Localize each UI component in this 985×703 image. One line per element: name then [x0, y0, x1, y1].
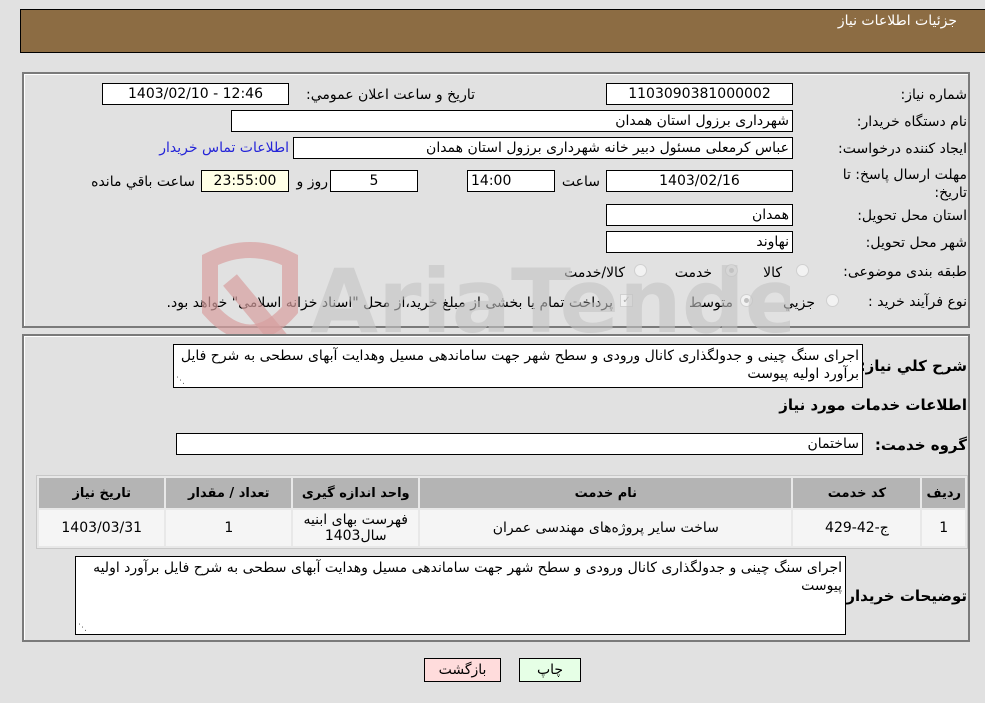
category-label: طبقه بندی موضوعی:	[843, 264, 967, 280]
delivery-province-label: استان محل تحویل:	[857, 208, 967, 224]
category-option-service: خدمت	[674, 265, 712, 281]
announce-datetime-field[interactable]: 1403/02/10 - 12:46	[102, 83, 289, 105]
delivery-city-label: شهر محل تحویل:	[865, 235, 967, 251]
cell-quantity: 1	[166, 510, 292, 546]
buyer-org-label: نام دستگاه خریدار:	[856, 114, 967, 130]
col-service-name: نام خدمت	[420, 478, 792, 508]
col-service-code: کد خدمت	[793, 478, 921, 508]
buyer-contact-link[interactable]: اطلاعات تماس خریدار	[159, 140, 289, 156]
announce-datetime-label: تاریخ و ساعت اعلان عمومي:	[306, 87, 475, 103]
requester-field[interactable]: عباس کرمعلی مسئول دبیر خانه شهرداری برزو…	[293, 137, 793, 159]
cell-need-date: 1403/03/31	[39, 510, 165, 546]
delivery-province-field[interactable]: همدان	[606, 204, 793, 226]
general-desc-label: شرح کلي نیاز:	[859, 357, 967, 375]
purchase-radio-minor[interactable]	[826, 294, 839, 307]
delivery-city-field[interactable]: نهاوند	[606, 231, 793, 253]
category-option-goods: کالا	[763, 265, 782, 281]
services-table-wrap: ردیف کد خدمت نام خدمت واحد اندازه گیری ت…	[36, 475, 968, 549]
page-title: جزئیات اطلاعات نیاز	[837, 13, 957, 29]
category-radio-goods[interactable]	[796, 264, 809, 277]
resize-grip-icon[interactable]: ⋰	[176, 377, 185, 386]
col-unit: واحد اندازه گیری	[293, 478, 419, 508]
treasury-payment-note: پرداخت تمام یا بخشی از مبلغ خرید،از محل …	[166, 295, 613, 311]
cell-service-name: ساخت سایر پروژه‌های مهندسی عمران	[420, 510, 792, 546]
purchase-radio-medium[interactable]	[740, 294, 753, 307]
cell-row: 1	[922, 510, 965, 546]
purchase-type-label: نوع فرآیند خرید :	[868, 294, 967, 310]
remaining-days-field[interactable]: 5	[330, 170, 418, 192]
category-radio-goods-service[interactable]	[634, 264, 647, 277]
deadline-time-field[interactable]: 14:00	[467, 170, 555, 192]
days-label: روز و	[296, 174, 329, 190]
deadline-date-field[interactable]: 1403/02/16	[606, 170, 793, 192]
requester-label: ایجاد کننده درخواست:	[838, 141, 967, 157]
buyer-notes-text: اجرای سنگ چینی و جدولگذاری کانال ورودی و…	[93, 560, 842, 594]
services-table: ردیف کد خدمت نام خدمت واحد اندازه گیری ت…	[36, 475, 968, 549]
deadline-label: مهلت ارسال پاسخ: تا تاریخ:	[842, 167, 967, 201]
col-need-date: تاریخ نیاز	[39, 478, 165, 508]
remaining-label: ساعت باقي مانده	[91, 174, 195, 190]
need-number-field[interactable]: 1103090381000002	[606, 83, 793, 105]
buyer-notes-label: توضیحات خریدار:	[840, 587, 967, 605]
services-section-title: اطلاعات خدمات مورد نیاز	[779, 396, 967, 414]
table-header-row: ردیف کد خدمت نام خدمت واحد اندازه گیری ت…	[39, 478, 965, 508]
back-button[interactable]: بازگشت	[424, 658, 501, 682]
cell-service-code: ج-42-429	[793, 510, 921, 546]
category-option-goods-service: کالا/خدمت	[564, 265, 625, 281]
resize-grip-icon[interactable]: ⋰	[78, 624, 87, 633]
service-group-field[interactable]: ساختمان	[176, 433, 863, 455]
treasury-payment-checkbox[interactable]: ✓	[620, 294, 633, 307]
category-radio-service[interactable]	[725, 264, 738, 277]
col-row: ردیف	[922, 478, 965, 508]
table-row: 1 ج-42-429 ساخت سایر پروژه‌های مهندسی عم…	[39, 510, 965, 546]
need-number-label: شماره نیاز:	[900, 87, 968, 103]
remaining-time-field[interactable]: 23:55:00	[201, 170, 289, 192]
deadline-time-label: ساعت	[561, 174, 600, 190]
general-desc-text: اجرای سنگ چینی و جدولگذاری کانال ورودی و…	[180, 348, 859, 382]
purchase-option-minor: جزيي	[783, 295, 815, 311]
purchase-option-medium: متوسط	[689, 295, 733, 311]
col-quantity: تعداد / مقدار	[166, 478, 292, 508]
buyer-notes-textarea[interactable]: اجرای سنگ چینی و جدولگذاری کانال ورودی و…	[75, 556, 846, 635]
service-group-label: گروه خدمت:	[874, 436, 967, 454]
cell-unit: فهرست بهای ابنیه سال1403	[293, 510, 419, 546]
print-button[interactable]: چاپ	[519, 658, 581, 682]
buyer-org-field[interactable]: شهرداری برزول استان همدان	[231, 110, 793, 132]
general-desc-textarea[interactable]: اجرای سنگ چینی و جدولگذاری کانال ورودی و…	[173, 344, 863, 388]
